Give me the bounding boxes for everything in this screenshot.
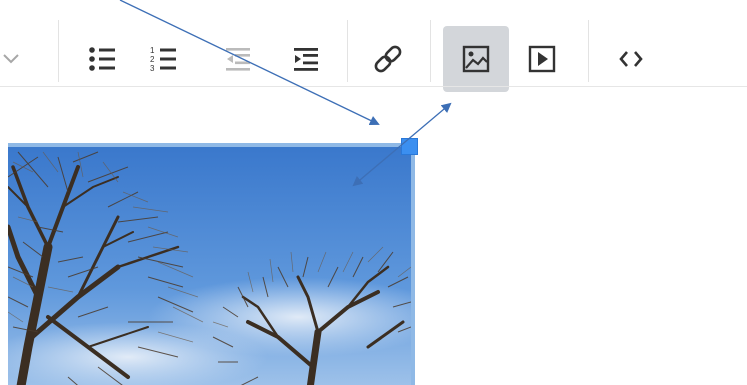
- link-icon: [371, 42, 405, 76]
- tree-photo-icon: [8, 147, 411, 385]
- toolbar-divider: [347, 20, 348, 82]
- toolbar-divider: [588, 20, 589, 82]
- numbered-list-button[interactable]: 1 2 3: [131, 26, 197, 92]
- image-icon: [460, 43, 492, 75]
- bulleted-list-icon: [86, 43, 120, 75]
- code-icon: [615, 43, 647, 75]
- insert-media-button[interactable]: [509, 26, 575, 92]
- toolbar-bottom-border: [0, 86, 747, 87]
- numbered-list-digit-1: 1: [150, 46, 155, 55]
- editor-toolbar: 1 2 3: [0, 8, 747, 92]
- selected-image[interactable]: [8, 143, 415, 385]
- chevron-down-icon: [0, 52, 22, 66]
- insert-link-button[interactable]: [355, 26, 421, 92]
- decrease-indent-icon: [222, 43, 256, 75]
- numbered-list-icon: 1 2 3: [147, 43, 181, 75]
- toolbar-divider: [430, 20, 431, 82]
- bulleted-list-button[interactable]: [70, 26, 136, 92]
- editor-window: 1 2 3: [0, 0, 747, 385]
- decrease-indent-button[interactable]: [206, 26, 272, 92]
- media-play-icon: [526, 43, 558, 75]
- image-resize-handle[interactable]: [401, 138, 418, 155]
- insert-image-button[interactable]: [443, 26, 509, 92]
- increase-indent-icon: [290, 43, 324, 75]
- numbered-list-digit-3: 3: [150, 64, 155, 73]
- toolbar-divider: [58, 20, 59, 82]
- source-code-button[interactable]: [598, 26, 664, 92]
- block-format-dropdown[interactable]: [0, 26, 42, 92]
- increase-indent-button[interactable]: [274, 26, 340, 92]
- numbered-list-digit-2: 2: [150, 55, 155, 64]
